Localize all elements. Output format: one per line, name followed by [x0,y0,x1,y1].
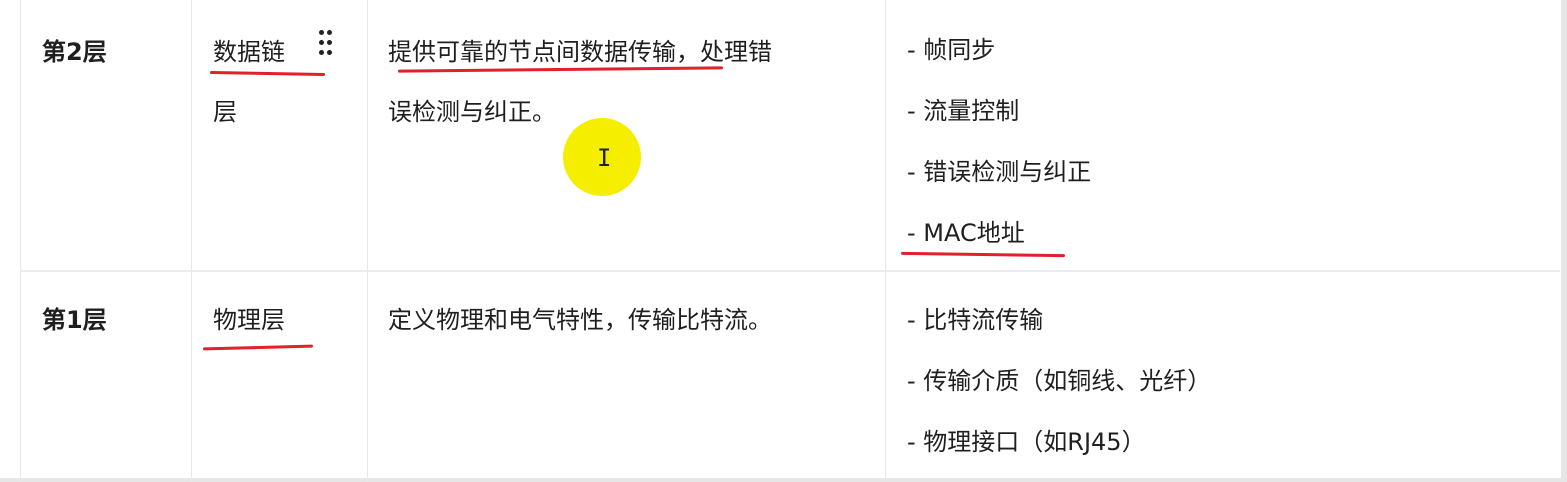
text-cursor-icon: I [597,144,612,172]
drag-handle-icon[interactable] [317,30,333,58]
list-item[interactable]: - 物理接口（如RJ45） [907,412,1211,473]
layer-name-line2[interactable]: 层 [213,82,343,142]
column-divider [191,0,192,482]
layer-number: 第1层 [42,306,107,334]
column-divider [367,0,368,482]
function-list: - 帧同步 - 流量控制 - 错误检测与纠正 - MAC地址 [907,20,1091,264]
document-page: 第2层 数据链 层 提供可靠的节点间数据传输，处理错 误检测与纠正。 - 帧同步… [0,0,1567,482]
list-item[interactable]: - 帧同步 [907,20,1091,81]
layer-name-line1[interactable]: 物理层 [213,290,343,350]
list-item[interactable]: - 传输介质（如铜线、光纤） [907,351,1211,412]
row-divider [20,270,1560,272]
function-list: - 比特流传输 - 传输介质（如铜线、光纤） - 物理接口（如RJ45） [907,290,1211,473]
list-item[interactable]: - 错误检测与纠正 [907,142,1091,203]
column-divider [885,0,886,482]
list-item[interactable]: - 流量控制 [907,81,1091,142]
layer-description-line1[interactable]: 提供可靠的节点间数据传输，处理错 [388,22,858,82]
layer-number: 第2层 [42,38,107,66]
layer-description-line1[interactable]: 定义物理和电气特性，传输比特流。 [388,290,858,350]
list-item[interactable]: - 比特流传输 [907,290,1211,351]
table-border-left [20,0,21,482]
